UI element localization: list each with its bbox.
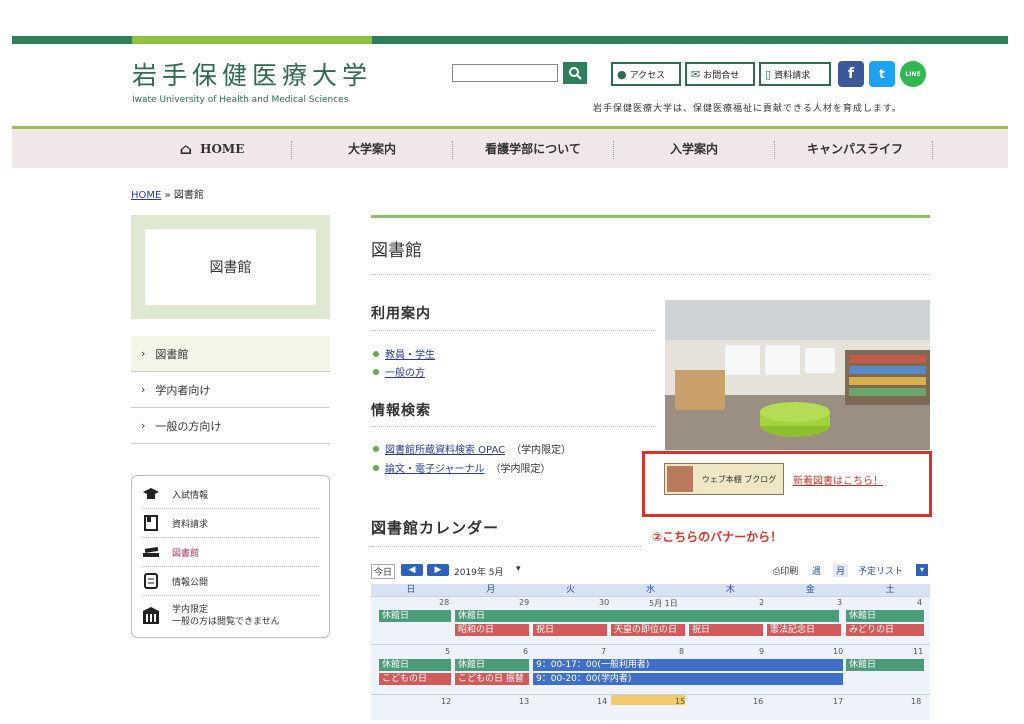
- calendar-event[interactable]: 休館日: [379, 610, 451, 622]
- calendar-event[interactable]: 祝日: [533, 624, 607, 636]
- chevron-right-icon: ▶: [434, 565, 442, 575]
- building-icon: [142, 607, 160, 625]
- search-button[interactable]: [563, 62, 587, 84]
- calendar-week-1: 28 29 30 5月 1日 2 3 4 休館日 休館日 休館日 昭和の日 祝日…: [371, 596, 930, 644]
- sidebar-item-library[interactable]: › 図書館: [131, 336, 330, 372]
- main-top-line: [371, 215, 930, 218]
- calendar-print-button[interactable]: ⎙印刷: [773, 564, 798, 577]
- calendar-event[interactable]: 祝日: [689, 624, 763, 636]
- nav-home[interactable]: ⌂ HOME: [132, 129, 292, 168]
- calendar-week-2: 5 6 7 8 9 10 11 休館日 休館日 9：00-17：00(一般利用者…: [371, 644, 930, 694]
- search-link-opac[interactable]: 図書館所蔵資料検索 OPAC （学内限定）: [373, 441, 571, 456]
- calendar-event[interactable]: 休館日: [846, 659, 924, 671]
- caret-down-icon: ▾: [516, 564, 521, 574]
- calendar-view-week[interactable]: 週: [812, 564, 821, 577]
- calendar-event[interactable]: 休館日: [846, 610, 924, 622]
- usage-link-staff-students[interactable]: 教員・学生: [373, 346, 435, 361]
- annotation-text: ②こちらのバナーから！: [652, 530, 783, 544]
- sidebar-item-internal[interactable]: › 学内者向け: [131, 372, 330, 408]
- calendar-event[interactable]: こどもの日 振替: [455, 673, 529, 685]
- document-icon: [142, 514, 160, 532]
- calendar-weekday-header: 日 月 火 水 木 金 土: [371, 584, 930, 596]
- calendar-event[interactable]: 9：00-17：00(一般利用者): [533, 659, 843, 671]
- site-logo-subtitle: Iwate University of Health and Medical S…: [132, 95, 349, 105]
- sidebar-link-library[interactable]: 図書館: [142, 538, 319, 567]
- calendar-prev-button[interactable]: ◀: [401, 564, 423, 576]
- mail-icon: ✉: [691, 67, 701, 81]
- breadcrumb-home[interactable]: HOME: [131, 190, 161, 201]
- sidebar-link-admission[interactable]: 入試情報: [142, 480, 319, 509]
- sidebar-title-box: 図書館: [131, 215, 330, 319]
- home-icon: ⌂: [179, 139, 193, 158]
- site-logo-title[interactable]: 岩手保健医療大学: [132, 56, 372, 92]
- calendar-month-dropdown[interactable]: ▾: [516, 564, 521, 574]
- calendar-today-button[interactable]: 今日: [371, 564, 396, 579]
- calendar-month-label: 2019年 5月: [454, 568, 504, 578]
- books-icon: [142, 543, 160, 561]
- sidebar-link-disclosure[interactable]: 情報公開: [142, 567, 319, 596]
- restricted-title: 学内限定: [172, 605, 209, 615]
- calendar-event[interactable]: 休館日: [455, 659, 529, 671]
- nav-admission[interactable]: 入学案内: [614, 129, 774, 168]
- calendar-view-list[interactable]: 予定リスト: [858, 564, 903, 577]
- calendar-next-button[interactable]: ▶: [427, 564, 449, 576]
- calendar-event[interactable]: 昭和の日: [455, 624, 529, 636]
- sidebar-menu: › 図書館 › 学内者向け › 一般の方向け: [131, 336, 330, 444]
- new-books-link[interactable]: 新着図書はこちら！: [793, 472, 883, 487]
- calendar-event[interactable]: こどもの日: [379, 673, 451, 685]
- nav-campus-life[interactable]: キャンパスライフ: [775, 129, 935, 168]
- search-icon: [569, 67, 582, 80]
- calendar-event[interactable]: 9：00-20：00(学内者): [533, 673, 843, 685]
- sidebar-quick-links: 入試情報 資料請求 図書館 情報公開 学内限定 一般の方は閲覧できません: [131, 475, 330, 638]
- line-icon[interactable]: LINE: [900, 61, 926, 87]
- sidebar-link-restricted[interactable]: 学内限定 一般の方は閲覧できません: [142, 596, 319, 636]
- calendar-event[interactable]: 休館日: [379, 659, 451, 671]
- library-calendar: 今日 ◀ ▶ 2019年 5月 ▾ ⎙印刷 週 月 予定リスト ▾ 日 月 火 …: [371, 560, 930, 720]
- sidebar-item-public[interactable]: › 一般の方向け: [131, 408, 330, 444]
- usage-link-public[interactable]: 一般の方: [373, 364, 425, 379]
- chevron-right-icon: ›: [141, 419, 146, 432]
- global-nav: ⌂ HOME 大学案内 看護学部について 入学案内 キャンパスライフ: [12, 126, 1008, 168]
- page-title: 図書館: [371, 241, 422, 261]
- contact-button[interactable]: ✉ お問合せ: [685, 62, 755, 86]
- calendar-view-month[interactable]: 月: [833, 564, 849, 577]
- calendar-heading: 図書館カレンダー: [371, 519, 500, 537]
- sidebar-title: 図書館: [145, 229, 316, 305]
- nav-nursing[interactable]: 看護学部について: [453, 129, 613, 168]
- usage-heading: 利用案内: [371, 306, 431, 322]
- calendar-event[interactable]: 天皇の即位の日: [611, 624, 685, 636]
- document-icon: ▯: [765, 67, 772, 81]
- nav-about[interactable]: 大学案内: [292, 129, 452, 168]
- library-photo: [665, 300, 930, 450]
- caret-down-icon: ▾: [919, 565, 924, 574]
- search-heading: 情報検索: [371, 403, 431, 419]
- calendar-options-button[interactable]: ▾: [916, 564, 928, 576]
- chevron-left-icon: ◀: [408, 565, 416, 575]
- calendar-event[interactable]: みどりの日: [846, 624, 924, 636]
- facebook-icon[interactable]: f: [838, 61, 864, 87]
- chevron-right-icon: ›: [141, 347, 146, 360]
- calendar-event[interactable]: 憲法記念日: [767, 624, 841, 636]
- search-input[interactable]: [452, 64, 558, 82]
- breadcrumb: HOME » 図書館: [131, 190, 204, 201]
- map-pin-icon: ●: [617, 67, 627, 81]
- sidebar-link-request[interactable]: 資料請求: [142, 509, 319, 538]
- graduation-cap-icon: [142, 485, 160, 503]
- booklog-banner[interactable]: ウェブ本棚 ブクログ: [664, 463, 784, 495]
- calendar-week-3: 12 13 14 15 16 17 18: [371, 694, 930, 720]
- chevron-right-icon: ›: [141, 383, 146, 396]
- search-link-journals[interactable]: 論文・電子ジャーナル （学内限定）: [373, 460, 551, 475]
- request-docs-button[interactable]: ▯ 資料請求: [759, 62, 831, 86]
- calendar-event[interactable]: 休館日: [455, 610, 839, 622]
- notebook-icon: [142, 572, 160, 590]
- top-bar: [12, 36, 1008, 44]
- twitter-icon[interactable]: t: [869, 61, 895, 87]
- breadcrumb-current: 図書館: [173, 190, 204, 201]
- access-button[interactable]: ● アクセス: [611, 62, 681, 86]
- restricted-note: 一般の方は閲覧できません: [172, 617, 280, 627]
- tagline: 岩手保健医療大学は、保健医療福祉に貢献できる人材を育成します。: [593, 104, 902, 114]
